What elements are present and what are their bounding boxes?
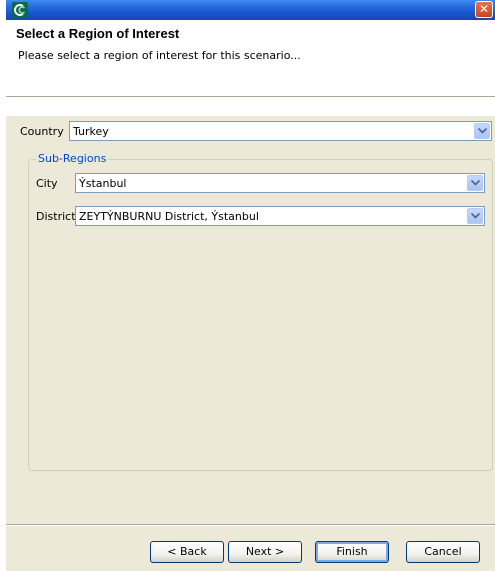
district-select[interactable]: ZEYTÝNBURNU District, Ýstanbul <box>75 206 485 226</box>
district-value: ZEYTÝNBURNU District, Ýstanbul <box>79 210 259 223</box>
back-button[interactable]: < Back <box>150 541 224 563</box>
close-button[interactable]: ✕ <box>475 1 493 18</box>
cancel-button[interactable]: Cancel <box>406 541 480 563</box>
finish-button[interactable]: Finish <box>315 541 389 563</box>
chevron-down-icon[interactable] <box>474 123 490 139</box>
city-value: Ýstanbul <box>79 177 127 190</box>
page-description: Please select a region of interest for t… <box>18 49 301 62</box>
country-value: Turkey <box>73 125 109 138</box>
sub-regions-title: Sub-Regions <box>36 152 109 165</box>
city-label: City <box>36 177 58 190</box>
chevron-down-icon[interactable] <box>467 175 483 191</box>
page-title: Select a Region of Interest <box>16 26 180 41</box>
country-select[interactable]: Turkey <box>69 121 492 141</box>
district-label: District <box>36 210 76 223</box>
title-bar[interactable]: ✕ <box>6 0 495 20</box>
app-logo-icon <box>12 2 28 18</box>
close-icon: ✕ <box>478 2 490 16</box>
wizard-window: ✕ Select a Region of Interest Please sel… <box>6 0 495 571</box>
chevron-down-icon[interactable] <box>467 208 483 224</box>
country-label: Country <box>20 125 64 138</box>
next-button[interactable]: Next > <box>228 541 302 563</box>
city-select[interactable]: Ýstanbul <box>75 173 485 193</box>
